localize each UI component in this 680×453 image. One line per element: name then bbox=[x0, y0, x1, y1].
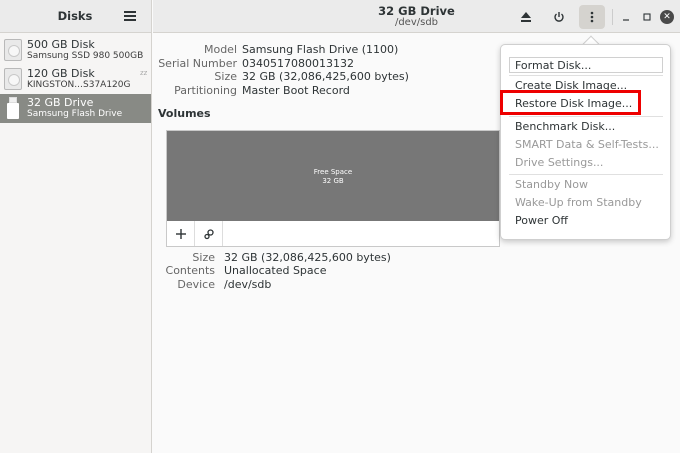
partitioning-label: Partitioning bbox=[174, 84, 237, 97]
volume-size-label: Size bbox=[192, 251, 215, 264]
free-space-label: Free Space 32 GB bbox=[167, 168, 499, 186]
menu-item-power-off[interactable]: Power Off bbox=[515, 214, 568, 227]
drive-size-value: 32 GB (32,086,425,600 bytes) bbox=[242, 70, 409, 83]
disk-model: Samsung SSD 980 500GB bbox=[27, 51, 144, 61]
menu-separator bbox=[509, 75, 663, 76]
serial-label: Serial Number bbox=[158, 57, 237, 70]
create-partition-button[interactable] bbox=[167, 221, 195, 246]
power-icon bbox=[554, 12, 564, 22]
maximize-button[interactable] bbox=[640, 10, 654, 24]
usb-drive-icon bbox=[7, 97, 19, 119]
disk-name: 32 GB Drive bbox=[27, 96, 94, 109]
volume-device-text: /dev/sdb bbox=[224, 278, 272, 291]
volume-contents-label: Contents bbox=[165, 264, 215, 277]
serial-value: 0340517080013132 bbox=[242, 57, 354, 70]
drive-partitioning-value: Master Boot Record bbox=[242, 84, 350, 97]
highlight-box bbox=[500, 90, 641, 115]
partition-settings-button[interactable] bbox=[195, 221, 223, 246]
menu-item-drive-settings[interactable]: Drive Settings... bbox=[515, 156, 603, 169]
header-bar: 32 GB Drive /dev/sdb ✕ bbox=[153, 0, 680, 33]
model-label: Model bbox=[203, 43, 237, 56]
volume-device-value: /dev/sdb bbox=[224, 278, 271, 291]
partitioning-value: Master Boot Record bbox=[242, 84, 350, 97]
disk-item-32gb[interactable]: 32 GB Drive Samsung Flash Drive bbox=[0, 94, 151, 123]
disk-model: KINGSTON... bbox=[27, 80, 83, 90]
volume-contents-value: Unallocated Space bbox=[224, 264, 326, 277]
eject-button[interactable] bbox=[513, 5, 539, 29]
menu-separator bbox=[509, 116, 663, 117]
drive-model-value: Samsung Flash Drive (1100) bbox=[242, 43, 398, 56]
drive-serial-value: 0340517080013132 bbox=[242, 57, 354, 70]
menu-item-format-disk[interactable]: Format Disk... bbox=[509, 57, 663, 73]
close-icon: ✕ bbox=[660, 10, 674, 24]
model-value: Samsung Flash Drive (1100) bbox=[242, 43, 399, 56]
sidebar-header: Disks bbox=[0, 0, 151, 33]
free-space-segment[interactable]: Free Space 32 GB bbox=[167, 131, 499, 221]
gears-icon bbox=[203, 228, 214, 239]
maximize-icon bbox=[643, 13, 651, 21]
free-space-size: 32 GB bbox=[322, 177, 344, 185]
minimize-icon bbox=[623, 19, 629, 21]
disk-model-extra: S37A120G bbox=[83, 80, 131, 90]
minimize-button[interactable] bbox=[619, 10, 633, 24]
volume-size-value: 32 GB (32,086,425,600 bytes) bbox=[224, 251, 391, 264]
disk-model: Samsung Flash Drive bbox=[27, 109, 123, 119]
volume-map: Free Space 32 GB bbox=[166, 130, 500, 247]
hard-disk-icon bbox=[4, 39, 22, 61]
standby-icon: zz bbox=[140, 69, 148, 77]
volume-toolbar bbox=[167, 221, 227, 246]
menu-item-wake-up[interactable]: Wake-Up from Standby bbox=[515, 196, 642, 209]
volume-contents-text: Unallocated Space bbox=[224, 264, 327, 277]
size-value: 32 GB (32,086,425,600 bytes) bbox=[242, 70, 409, 83]
sidebar: Disks 500 GB Disk Samsung SSD 980 500GB … bbox=[0, 0, 152, 453]
power-off-button[interactable] bbox=[546, 5, 572, 29]
close-button[interactable]: ✕ bbox=[660, 10, 674, 24]
free-space-text: Free Space bbox=[313, 168, 353, 176]
vertical-dots-icon bbox=[590, 11, 594, 23]
disk-name: 120 GB Disk bbox=[27, 67, 95, 80]
menu-item-standby-now[interactable]: Standby Now bbox=[515, 178, 588, 191]
drive-options-menu: Format Disk... Create Disk Image... Rest… bbox=[500, 44, 671, 240]
menu-separator bbox=[509, 174, 663, 175]
volumes-heading: Volumes bbox=[158, 107, 211, 120]
hamburger-menu-icon[interactable] bbox=[124, 11, 136, 21]
disk-name: 500 GB Disk bbox=[27, 38, 95, 51]
menu-item-benchmark-disk[interactable]: Benchmark Disk... bbox=[515, 120, 615, 133]
drive-menu-button[interactable] bbox=[579, 5, 605, 29]
hard-disk-icon bbox=[4, 68, 22, 90]
eject-icon bbox=[521, 12, 531, 22]
size-label: Size bbox=[214, 70, 237, 83]
volume-size-text: 32 GB (32,086,425,600 bytes) bbox=[224, 251, 391, 264]
header-separator bbox=[612, 9, 613, 25]
volume-device-label: Device bbox=[177, 278, 215, 291]
menu-item-smart-data[interactable]: SMART Data & Self-Tests... bbox=[515, 138, 659, 151]
plus-icon bbox=[175, 228, 186, 239]
disk-item-120gb[interactable]: 120 GB Disk KINGSTON... S37A120G zz bbox=[0, 65, 151, 94]
disk-item-500gb[interactable]: 500 GB Disk Samsung SSD 980 500GB bbox=[0, 36, 151, 65]
